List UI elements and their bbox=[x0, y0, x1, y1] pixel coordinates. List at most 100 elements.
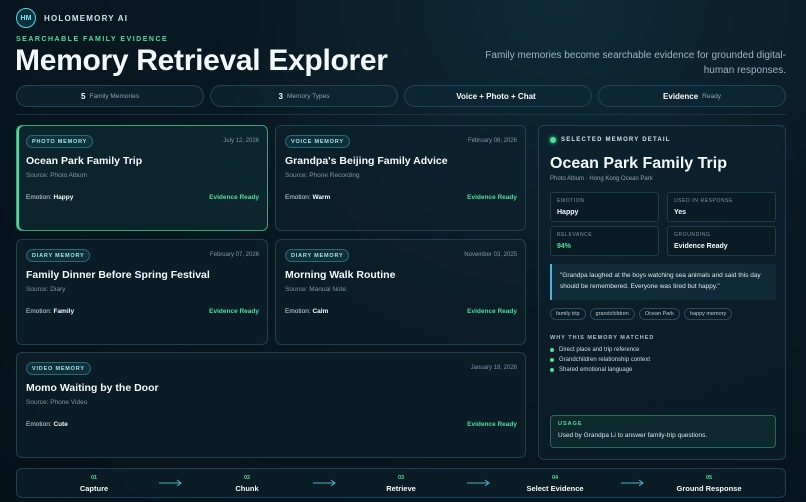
page-subtitle: Family memories become searchable eviden… bbox=[485, 50, 786, 76]
why-matched-heading: WHY THIS MEMORY MATCHED bbox=[550, 335, 655, 341]
emotion-label: Emotion: bbox=[26, 308, 52, 315]
memory-card-beijing-advice[interactable]: VOICE MEMORY February 08, 2026 Grandpa's… bbox=[275, 125, 526, 231]
tag-chip[interactable]: happy memory bbox=[683, 308, 733, 320]
step-name: Retrieve bbox=[386, 484, 416, 493]
memory-card-morning-walk[interactable]: DIARY MEMORY November 03, 2025 Morning W… bbox=[275, 239, 526, 345]
memory-emotion: Emotion: Cute bbox=[26, 421, 68, 428]
pipeline-step-select-evidence: 04 Select Evidence bbox=[500, 475, 610, 493]
tag-chip[interactable]: Ocean Park bbox=[638, 308, 680, 320]
step-number: 04 bbox=[551, 475, 559, 481]
evidence-status: Evidence Ready bbox=[209, 194, 259, 201]
memory-tags: family trip grandchildren Ocean Park hap… bbox=[550, 308, 733, 320]
step-number: 03 bbox=[397, 475, 405, 481]
stat-label: Family Memories bbox=[89, 92, 139, 100]
memory-card-momo[interactable]: VIDEO MEMORY January 18, 2026 Momo Waiti… bbox=[16, 352, 526, 458]
arrow-right-icon bbox=[621, 479, 644, 487]
brand: HM HOLOMEMORY AI bbox=[16, 8, 128, 28]
page-title: Memory Retrieval Explorer bbox=[15, 44, 388, 77]
emotion-label: Emotion: bbox=[285, 194, 311, 201]
emotion-label: Emotion: bbox=[285, 308, 311, 315]
emotion-label: Emotion: bbox=[26, 194, 52, 201]
memory-emotion: Emotion: Family bbox=[26, 308, 74, 315]
memory-date: February 08, 2026 bbox=[467, 138, 517, 144]
stat-value: Voice + Photo + Chat bbox=[456, 91, 536, 101]
memory-card-family-dinner[interactable]: DIARY MEMORY February 07, 2026 Family Di… bbox=[16, 239, 268, 345]
stats-bar: 5 Family Memories 3 Memory Types Voice +… bbox=[16, 85, 786, 107]
pipeline-step-retrieve: 03 Retrieve bbox=[346, 475, 456, 493]
stat-types: 3 Memory Types bbox=[210, 85, 398, 107]
detail-metrics: EMOTION Happy USED IN RESPONSE Yes RELEV… bbox=[550, 192, 776, 256]
usage-box: USAGE Used by Grandpa Li to answer famil… bbox=[550, 415, 776, 448]
why-matched-item: Direct place and trip reference bbox=[550, 345, 650, 355]
status-dot-icon bbox=[550, 137, 556, 143]
step-name: Select Evidence bbox=[526, 484, 584, 493]
metric-value: Yes bbox=[674, 209, 687, 216]
stat-label: Memory Types bbox=[286, 92, 330, 100]
metric-emotion: EMOTION Happy bbox=[550, 192, 659, 222]
step-name: Ground Response bbox=[676, 484, 742, 493]
detail-title: Ocean Park Family Trip bbox=[550, 155, 727, 172]
emotion-value: Calm bbox=[312, 308, 329, 315]
memory-emotion: Emotion: Warm bbox=[285, 194, 330, 201]
memory-emotion: Emotion: Happy bbox=[26, 194, 73, 201]
brand-logo: HM bbox=[16, 8, 36, 28]
stat-evidence: Evidence Ready bbox=[598, 85, 786, 107]
memory-title: Ocean Park Family Trip bbox=[26, 155, 143, 167]
evidence-status: Evidence Ready bbox=[467, 308, 517, 315]
why-matched-item: Grandchildren relationship context bbox=[550, 355, 650, 365]
stat-label: Ready bbox=[702, 92, 721, 100]
pipeline-step-capture: 01 Capture bbox=[39, 475, 149, 493]
arrow-right-icon bbox=[313, 479, 336, 487]
step-number: 05 bbox=[705, 475, 713, 481]
metric-used-in-response: USED IN RESPONSE Yes bbox=[667, 192, 776, 222]
metric-label: EMOTION bbox=[557, 198, 585, 204]
header-divider bbox=[16, 114, 786, 115]
detail-meta: Photo Album · Hong Kong Ocean Park bbox=[550, 176, 653, 182]
why-matched-list: Direct place and trip reference Grandchi… bbox=[550, 345, 650, 375]
memory-type-badge: VOICE MEMORY bbox=[285, 135, 350, 148]
metric-value: 94% bbox=[557, 243, 572, 250]
pipeline-step-ground-response: 05 Ground Response bbox=[654, 475, 764, 493]
stat-value: 3 bbox=[278, 91, 283, 101]
emotion-value: Cute bbox=[53, 421, 68, 428]
stat-modalities: Voice + Photo + Chat bbox=[404, 85, 592, 107]
tag-chip[interactable]: family trip bbox=[550, 308, 586, 320]
emotion-value: Happy bbox=[53, 194, 74, 201]
pipeline-step-chunk: 02 Chunk bbox=[192, 475, 302, 493]
memory-source: Source: Photo Album bbox=[26, 172, 88, 179]
metric-label: GROUNDING bbox=[674, 232, 711, 238]
panel-header: SELECTED MEMORY DETAIL bbox=[550, 137, 671, 143]
memory-source: Source: Manual Note bbox=[285, 286, 347, 293]
usage-text: Used by Grandpa Li to answer family-trip… bbox=[558, 432, 708, 439]
step-name: Chunk bbox=[235, 484, 259, 493]
memory-date: July 12, 2026 bbox=[223, 138, 259, 144]
page-eyebrow: SEARCHABLE FAMILY EVIDENCE bbox=[16, 36, 169, 43]
usage-label: USAGE bbox=[558, 421, 583, 427]
arrow-right-icon bbox=[159, 479, 182, 487]
pipeline-bar: 01 Capture 02 Chunk 03 Retrieve 04 Selec… bbox=[16, 468, 786, 498]
metric-label: USED IN RESPONSE bbox=[674, 198, 734, 204]
memory-source: Source: Phone Recording bbox=[285, 172, 360, 179]
memory-type-badge: PHOTO MEMORY bbox=[26, 135, 94, 148]
memory-detail-panel: SELECTED MEMORY DETAIL Ocean Park Family… bbox=[538, 125, 786, 460]
metric-value: Happy bbox=[557, 209, 579, 216]
memory-type-badge: VIDEO MEMORY bbox=[26, 362, 91, 375]
metric-grounding: GROUNDING Evidence Ready bbox=[667, 226, 776, 256]
tag-chip[interactable]: grandchildren bbox=[589, 308, 635, 320]
memory-type-badge: DIARY MEMORY bbox=[285, 249, 350, 262]
memory-card-ocean-park[interactable]: PHOTO MEMORY July 12, 2026 Ocean Park Fa… bbox=[16, 125, 268, 231]
memory-date: November 03, 2025 bbox=[464, 252, 517, 258]
evidence-status: Evidence Ready bbox=[467, 421, 517, 428]
step-name: Capture bbox=[79, 484, 109, 493]
stat-value: 5 bbox=[81, 91, 86, 101]
stat-memories: 5 Family Memories bbox=[16, 85, 204, 107]
memory-emotion: Emotion: Calm bbox=[285, 308, 328, 315]
brand-name: HOLOMEMORY AI bbox=[44, 13, 129, 23]
emotion-value: Family bbox=[53, 308, 75, 315]
evidence-status: Evidence Ready bbox=[209, 308, 259, 315]
memory-type-badge: DIARY MEMORY bbox=[26, 249, 91, 262]
memory-title: Grandpa's Beijing Family Advice bbox=[285, 155, 448, 167]
emotion-label: Emotion: bbox=[26, 421, 52, 428]
metric-relevance: RELEVANCE 94% bbox=[550, 226, 659, 256]
step-number: 02 bbox=[243, 475, 251, 481]
